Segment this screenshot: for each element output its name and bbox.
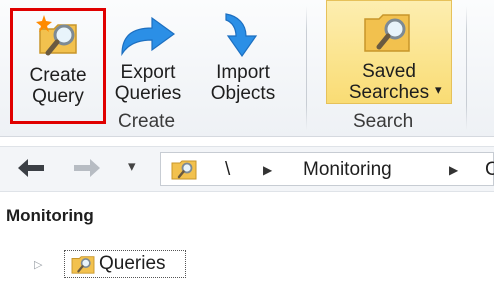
group-separator <box>466 6 467 130</box>
export-arrow-icon <box>118 14 178 63</box>
saved-searches-button[interactable]: Saved Searches ▾ <box>326 0 452 104</box>
query-folder-icon <box>171 157 197 186</box>
tree-row[interactable]: ▷ Queries <box>0 248 494 282</box>
create-group-label: Create <box>118 111 176 132</box>
chevron-down-icon: ▾ <box>435 82 442 97</box>
ribbon: Create Query Export Queries Import Objec… <box>0 0 494 137</box>
create-query-label: Create Query <box>29 65 87 107</box>
tree-node-queries[interactable]: Queries <box>64 250 186 278</box>
export-queries-label: Export Queries <box>114 62 182 104</box>
group-separator <box>306 6 307 130</box>
expand-icon[interactable]: ▷ <box>34 258 42 271</box>
back-arrow-icon[interactable] <box>16 156 46 185</box>
breadcrumb-separator-icon[interactable]: ▶ <box>263 163 272 177</box>
breadcrumb-next[interactable]: C <box>485 159 494 181</box>
navigation-bar: ▾ \ ▶ Monitoring ▶ C <box>0 146 494 192</box>
history-dropdown-icon[interactable]: ▾ <box>128 157 136 175</box>
address-bar[interactable]: \ ▶ Monitoring ▶ C <box>160 152 494 186</box>
import-arrow-icon <box>220 10 268 63</box>
new-query-icon <box>36 13 82 64</box>
saved-search-folder-icon <box>363 7 413 62</box>
saved-searches-label: Saved Searches <box>348 61 430 103</box>
forward-arrow-icon[interactable] <box>72 156 102 185</box>
breadcrumb-root[interactable]: \ <box>225 159 230 181</box>
tree-node-label: Queries <box>99 253 166 274</box>
create-query-button[interactable]: Create Query <box>10 8 106 124</box>
breadcrumb-separator-icon[interactable]: ▶ <box>449 163 458 177</box>
export-queries-button[interactable]: Export Queries <box>108 8 188 108</box>
query-folder-icon <box>71 253 95 280</box>
pane-title: Monitoring <box>6 206 94 225</box>
search-group-label: Search <box>353 111 414 132</box>
breadcrumb-monitoring[interactable]: Monitoring <box>303 159 392 181</box>
import-objects-label: Import Objects <box>210 62 276 104</box>
import-objects-button[interactable]: Import Objects <box>198 8 288 108</box>
